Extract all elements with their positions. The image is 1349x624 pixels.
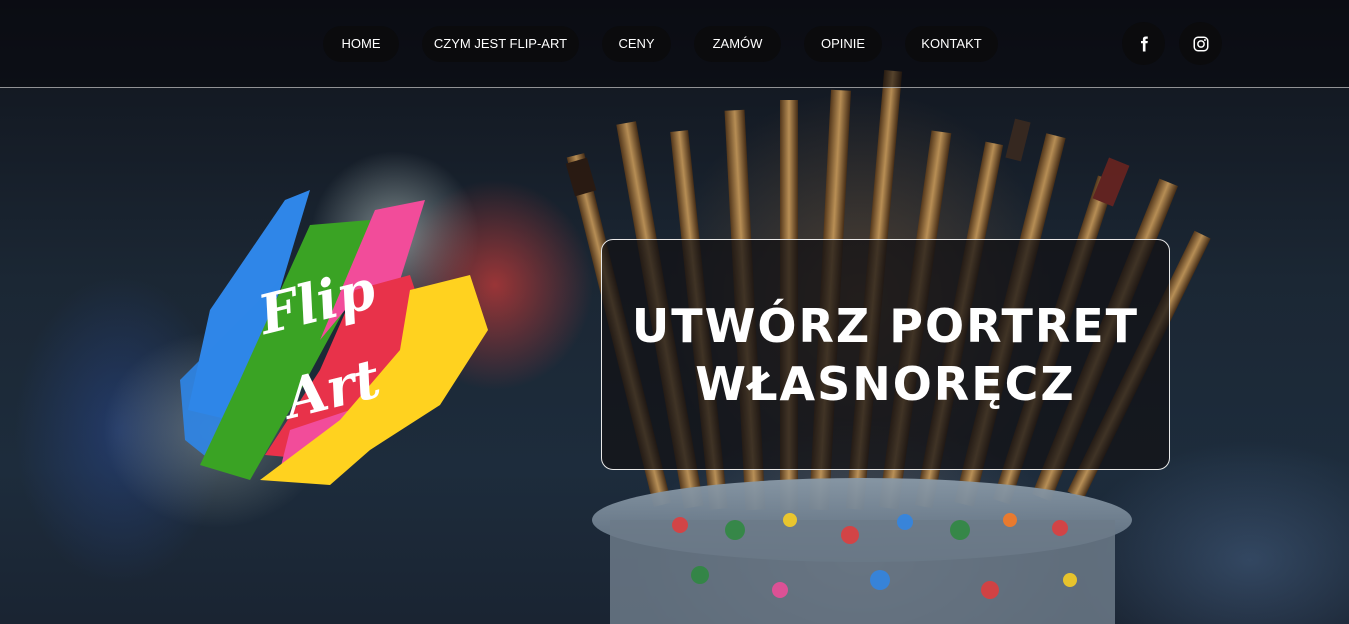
hero-title-line-1: UTWÓRZ PORTRET — [631, 298, 1140, 353]
flip-art-logo[interactable]: Flip Art — [170, 180, 495, 495]
nav-item-czym-jest-flip-art[interactable]: CZYM JEST FLIP-ART — [422, 26, 579, 62]
facebook-link[interactable] — [1122, 22, 1165, 65]
nav-item-ceny[interactable]: CENY — [602, 26, 671, 62]
instagram-link[interactable] — [1179, 22, 1222, 65]
top-navigation-bar: HOME CZYM JEST FLIP-ART CENY ZAMÓW OPINI… — [0, 0, 1349, 88]
hero-title-line-2: WŁASNORĘCZ — [695, 356, 1076, 411]
hero-section: HOME CZYM JEST FLIP-ART CENY ZAMÓW OPINI… — [0, 0, 1349, 624]
nav-item-home[interactable]: HOME — [323, 26, 399, 62]
nav-item-zamow[interactable]: ZAMÓW — [694, 26, 781, 62]
facebook-icon — [1140, 36, 1148, 51]
hero-title-box: UTWÓRZ PORTRET WŁASNORĘCZ — [601, 239, 1170, 470]
nav-item-opinie[interactable]: OPINIE — [804, 26, 882, 62]
nav-item-kontakt[interactable]: KONTAKT — [905, 26, 998, 62]
instagram-icon — [1193, 36, 1208, 51]
